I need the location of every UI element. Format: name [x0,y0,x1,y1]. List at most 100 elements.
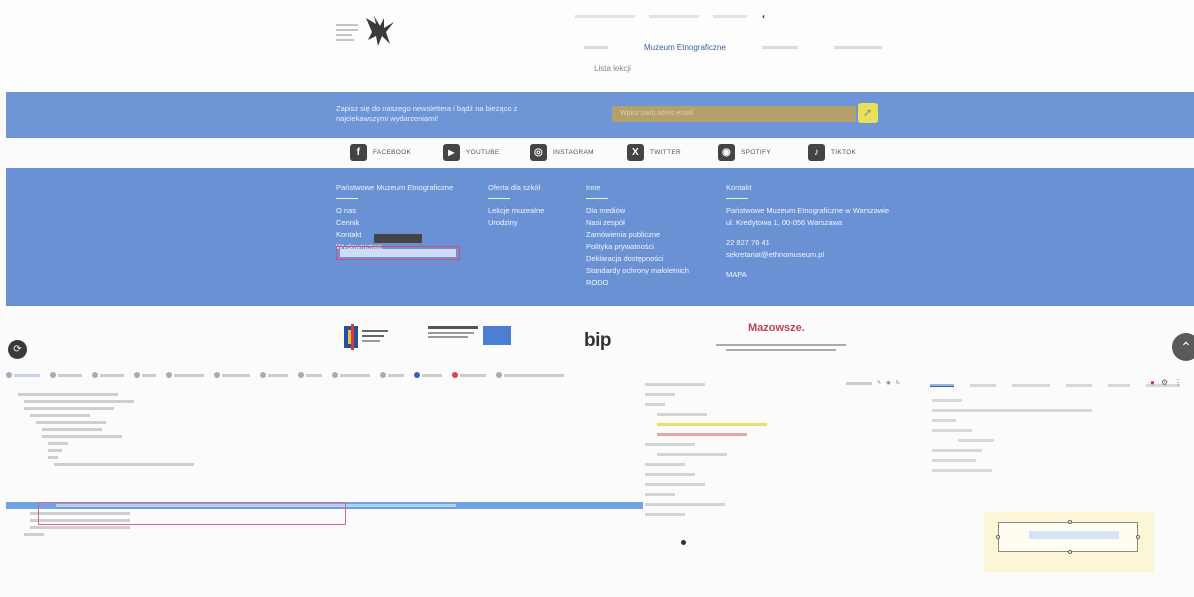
social-twitter[interactable]: X TWITTER [627,144,681,161]
pin-icon[interactable]: ✎ [877,380,881,386]
menu-item[interactable] [761,46,798,49]
footer-link[interactable]: Deklaracja dostępności [586,253,689,265]
devtools-toolbar: ✎ ◉ ↻ [846,380,900,386]
footer-link[interactable]: Standardy ochrony małoletnich [586,265,689,277]
social-instagram[interactable]: ◎ INSTAGRAM [530,144,594,161]
footer-column-contact: Kontakt Państwowe Muzeum Etnograficzne w… [726,182,889,281]
dom-node[interactable] [10,406,630,413]
social-facebook[interactable]: f FACEBOOK [350,144,411,161]
dom-node[interactable] [10,448,630,455]
top-link[interactable] [575,15,635,18]
tab[interactable] [1066,384,1092,387]
dom-node[interactable] [10,462,630,469]
bookmark-item[interactable] [134,372,156,380]
box-model-handle[interactable] [996,535,1000,539]
box-model-handle[interactable] [1068,520,1072,524]
site-header: ◖ Muzeum Etnograficzne Lista lekcji [0,0,1194,92]
map-link[interactable]: MAPA [726,269,889,281]
bookmark-item[interactable] [414,372,442,380]
box-model-handle[interactable] [1068,550,1072,554]
site-footer: Państwowe Muzeum Etnograficzne O nas Cen… [6,168,1194,306]
menu-item[interactable] [584,46,608,49]
bookmark-item[interactable] [298,372,322,380]
bookmark-item[interactable] [496,372,564,380]
dom-node[interactable] [10,427,630,434]
bip-logo[interactable]: bip [584,330,612,352]
more-options-icon[interactable]: ⋮ [1174,378,1182,387]
selected-node-outline [38,502,346,525]
dom-node[interactable] [10,490,630,497]
refresh-icon[interactable]: ↻ [896,380,900,386]
social-spotify[interactable]: ◉ SPOTIFY [718,144,771,161]
dom-node[interactable] [10,469,630,476]
top-link[interactable] [713,15,747,18]
bookmarks-bar [0,368,640,384]
record-icon[interactable]: ◉ [886,380,890,386]
settings-gear-icon[interactable]: ⚙ [1161,378,1168,387]
fundusze-europejskie-logo[interactable] [342,322,390,352]
footer-link[interactable]: O nas [336,205,382,217]
dom-node[interactable] [10,420,630,427]
footer-link[interactable]: Dla mediów [586,205,689,217]
top-link[interactable] [649,15,699,18]
winged-figure-icon [366,16,394,46]
dom-node[interactable] [10,413,630,420]
tab[interactable] [1108,384,1130,387]
social-youtube[interactable]: ▶ YOUTUBE [443,144,500,161]
social-tiktok[interactable]: ♪ TIKTOK [808,144,856,161]
tab[interactable] [1012,384,1050,387]
social-label: SPOTIFY [741,149,771,156]
bookmark-item[interactable] [332,372,370,380]
box-model-handle[interactable] [1136,535,1140,539]
footer-link[interactable]: Cennik [336,217,382,229]
bookmark-item[interactable] [166,372,204,380]
menu-item[interactable] [833,46,882,49]
dom-node[interactable] [10,525,630,532]
social-label: FACEBOOK [373,149,412,156]
footer-link[interactable]: Urodziny [488,217,544,229]
newsletter-email-input[interactable]: Wpisz swój adres email [612,106,856,122]
footer-column-title: Oferta dla szkół [488,182,540,199]
dom-node[interactable] [10,434,630,441]
language-icon[interactable]: ◖ [761,12,766,21]
newsletter-bar: Zapisz się do naszego newslettera i bądź… [6,92,1194,138]
tiktok-icon: ♪ [808,144,825,161]
error-badge-icon[interactable]: ● [1150,378,1155,387]
partners-bar: bip Mazowsze. [0,306,1194,368]
footer-link[interactable]: Polityka prywatności [586,241,689,253]
menu-item-muzeum[interactable]: Muzeum Etnograficzne [644,43,726,52]
museum-logo[interactable] [336,14,406,54]
color-picker-handle[interactable] [681,540,686,545]
logo-wordmark [336,24,360,44]
newsletter-submit-button[interactable]: ➚ [858,103,878,123]
bookmark-item[interactable] [6,372,40,380]
bookmark-item[interactable] [50,372,82,380]
bookmark-item[interactable] [214,372,250,380]
contact-email[interactable]: sekretariat@ethnomuseum.pl [726,249,889,261]
dom-node[interactable] [10,455,630,462]
mazowsze-logo[interactable]: Mazowsze. [748,322,805,334]
footer-link[interactable]: Nasi zespół [586,217,689,229]
bookmark-item[interactable] [452,372,486,380]
dom-node[interactable] [10,392,630,399]
bookmark-item[interactable] [92,372,124,380]
bookmark-item[interactable] [380,372,404,380]
dom-node[interactable] [10,532,630,539]
dom-node[interactable] [10,476,630,483]
toolbar-label [846,382,872,385]
tab[interactable] [970,384,996,387]
bookmark-item[interactable] [260,372,288,380]
scroll-top-button[interactable]: ⌃ [1172,333,1194,361]
footer-link[interactable]: Lekcje muzealne [488,205,544,217]
dom-node[interactable] [10,441,630,448]
dom-node[interactable] [10,483,630,490]
contact-phone[interactable]: 22 827 76 41 [726,237,889,249]
footer-link[interactable]: Zamówienia publiczne [586,229,689,241]
submenu-item[interactable]: Lista lekcji [594,64,631,73]
tab-active[interactable] [930,384,954,387]
inspector-tooltip [374,234,422,243]
contact-address: ul. Kredytowa 1, 00-056 Warszawa [726,218,843,227]
footer-link[interactable]: RODO [586,277,689,289]
reset-icon[interactable]: ⟳ [8,340,27,359]
dom-node[interactable] [10,399,630,406]
